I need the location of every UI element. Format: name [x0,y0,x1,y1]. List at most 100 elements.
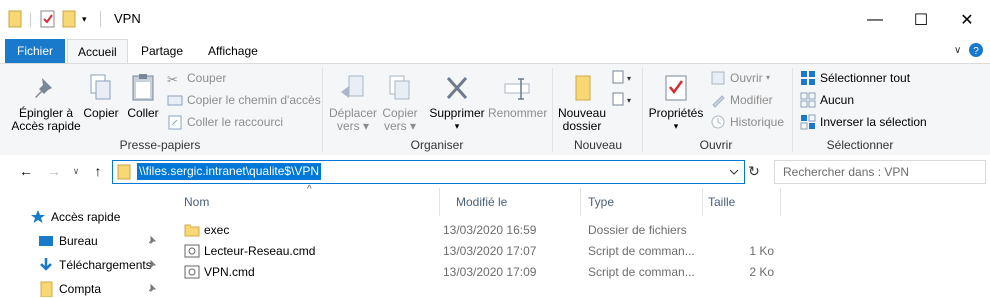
tab-view[interactable]: Affichage [198,39,268,63]
file-name: exec [204,223,230,237]
rename-button[interactable]: Renommer [488,72,547,120]
copy-path-button[interactable]: Copier le chemin d'accès [167,90,321,110]
copy-to-icon [389,75,410,100]
desktop-icon [38,233,54,249]
copy-to-label-2-text: vers [383,119,407,133]
svg-text:?: ? [973,46,979,57]
group-label-open: Ouvrir [699,138,733,152]
address-dropdown-icon[interactable] [724,161,744,183]
file-type: Dossier de fichiers [588,223,687,237]
nav-item-label: Téléchargements [59,258,152,272]
search-box[interactable]: Rechercher dans : VPN [774,160,986,184]
refresh-icon[interactable]: ↻ [744,161,764,181]
nav-item-label: Bureau [59,234,98,248]
new-folder-button[interactable]: Nouveau dossier [556,72,608,133]
collapse-ribbon-icon[interactable]: ∨ [954,45,961,56]
file-type: Script de comman... [588,265,695,279]
ribbon-separator [322,68,323,152]
recent-locations-chevron-icon[interactable]: ∨ [66,161,86,181]
pin-quick-access-button[interactable]: Épingler à Accès rapide [10,72,82,133]
ribbon-separator [642,68,643,152]
address-path[interactable]: \\files.sergic.intranet\qualite$\VPN [137,163,322,180]
edit-icon [710,92,726,108]
table-row[interactable]: VPN.cmd 13/03/2020 17:09 Script de comma… [166,262,990,283]
scissors-icon: ✂ [167,72,178,87]
properties-label: Propriétés [648,106,704,120]
table-row[interactable]: exec 13/03/2020 16:59 Dossier de fichier… [166,220,990,241]
script-gear-icon [184,244,200,262]
rename-icon [504,78,530,100]
title-bar: ▾ VPN — ☐ ✕ [0,0,990,40]
history-button[interactable]: Historique [710,112,784,132]
column-separator[interactable] [439,188,440,216]
copy-to-label-2: vers ▾ [383,119,417,133]
select-all-icon [800,70,816,86]
delete-dropdown-icon[interactable]: ▾ [428,120,486,133]
tab-share[interactable]: Partage [131,39,193,63]
minimize-button[interactable]: — [852,0,898,39]
chevron-down-icon[interactable]: ▾ [82,14,87,25]
toolbar-divider [30,13,31,27]
new-item-icon[interactable]: ▾ [612,70,634,89]
ribbon: Épingler à Accès rapide Copier Coller ✂ … [0,63,990,157]
help-icon[interactable]: ? [968,42,984,61]
paste-label: Coller [127,106,159,120]
column-header-modified[interactable]: Modifié le [448,188,586,216]
invert-selection-label: Inverser la sélection [820,115,927,129]
move-to-button[interactable]: Déplacer vers ▾ [328,72,378,133]
file-list: ^ Nom Modifié le Type Taille exec 13/03/… [166,184,990,298]
file-size: 2 Ko [749,265,774,279]
address-bar-row: ← → ∨ ↑ \\files.sergic.intranet\qualite$… [0,155,990,188]
nav-item-desktop[interactable]: Bureau [38,230,165,252]
open-button[interactable]: Ouvrir ▾ [710,68,770,88]
open-label: Ouvrir [730,71,763,85]
column-header-name[interactable]: Nom [176,188,440,216]
paste-shortcut-label: Coller le raccourci [187,115,284,129]
group-label-new: Nouveau [573,138,623,152]
back-arrow-icon[interactable]: ← [16,161,36,181]
tab-home[interactable]: Accueil [67,39,128,64]
forward-arrow-icon[interactable]: → [44,161,64,181]
ribbon-separator [552,68,553,152]
star-icon [30,209,46,225]
copy-path-icon [167,92,183,108]
pin-label-2: Accès rapide [11,119,81,133]
paste-button[interactable]: Coller [125,72,161,120]
file-name: VPN.cmd [204,265,255,279]
cut-button[interactable]: ✂ Couper [167,68,226,88]
file-size: 1 Ko [749,244,774,258]
paste-shortcut-button[interactable]: Coller le raccourci [167,112,283,132]
table-row[interactable]: Lecteur-Reseau.cmd 13/03/2020 17:07 Scri… [166,241,990,262]
nav-item-downloads[interactable]: Téléchargements [38,254,165,276]
easy-access-icon[interactable]: ▾ [612,92,634,111]
invert-selection-button[interactable]: Inverser la sélection [800,112,927,132]
properties-dropdown-icon[interactable]: ▾ [646,120,706,133]
close-button[interactable]: ✕ [944,0,990,39]
column-header-size[interactable]: Taille [700,188,778,216]
select-all-button[interactable]: Sélectionner tout [800,68,910,88]
copy-button[interactable]: Copier [83,72,119,120]
nav-item-quick-access[interactable]: Accès rapide [30,206,165,228]
select-none-button[interactable]: Aucun [800,90,854,110]
new-folder-label-2: dossier [562,119,602,133]
download-icon [38,257,54,273]
properties-qa-icon[interactable] [40,10,56,31]
column-header-type[interactable]: Type [580,188,700,216]
new-folder-qa-icon[interactable] [62,10,76,31]
tab-file[interactable]: Fichier [5,39,66,63]
column-separator[interactable] [780,188,781,216]
search-placeholder: Rechercher dans : VPN [783,165,910,179]
edit-button[interactable]: Modifier [710,90,773,110]
file-size [706,220,774,241]
select-all-label: Sélectionner tout [820,71,911,85]
nav-item-compta[interactable]: Compta [38,278,165,298]
copy-to-button[interactable]: Copier vers ▾ [378,72,422,133]
address-bar[interactable]: \\files.sergic.intranet\qualite$\VPN [112,160,745,184]
maximize-button[interactable]: ☐ [898,0,944,39]
move-to-icon [341,75,364,98]
explorer-window: ▾ VPN — ☐ ✕ Fichier Accueil Partage Affi… [0,0,990,298]
folder-icon [38,281,54,298]
delete-button[interactable]: Supprimer ▾ [428,72,486,133]
up-arrow-icon[interactable]: ↑ [88,161,108,181]
properties-button[interactable]: Propriétés ▾ [646,72,706,133]
